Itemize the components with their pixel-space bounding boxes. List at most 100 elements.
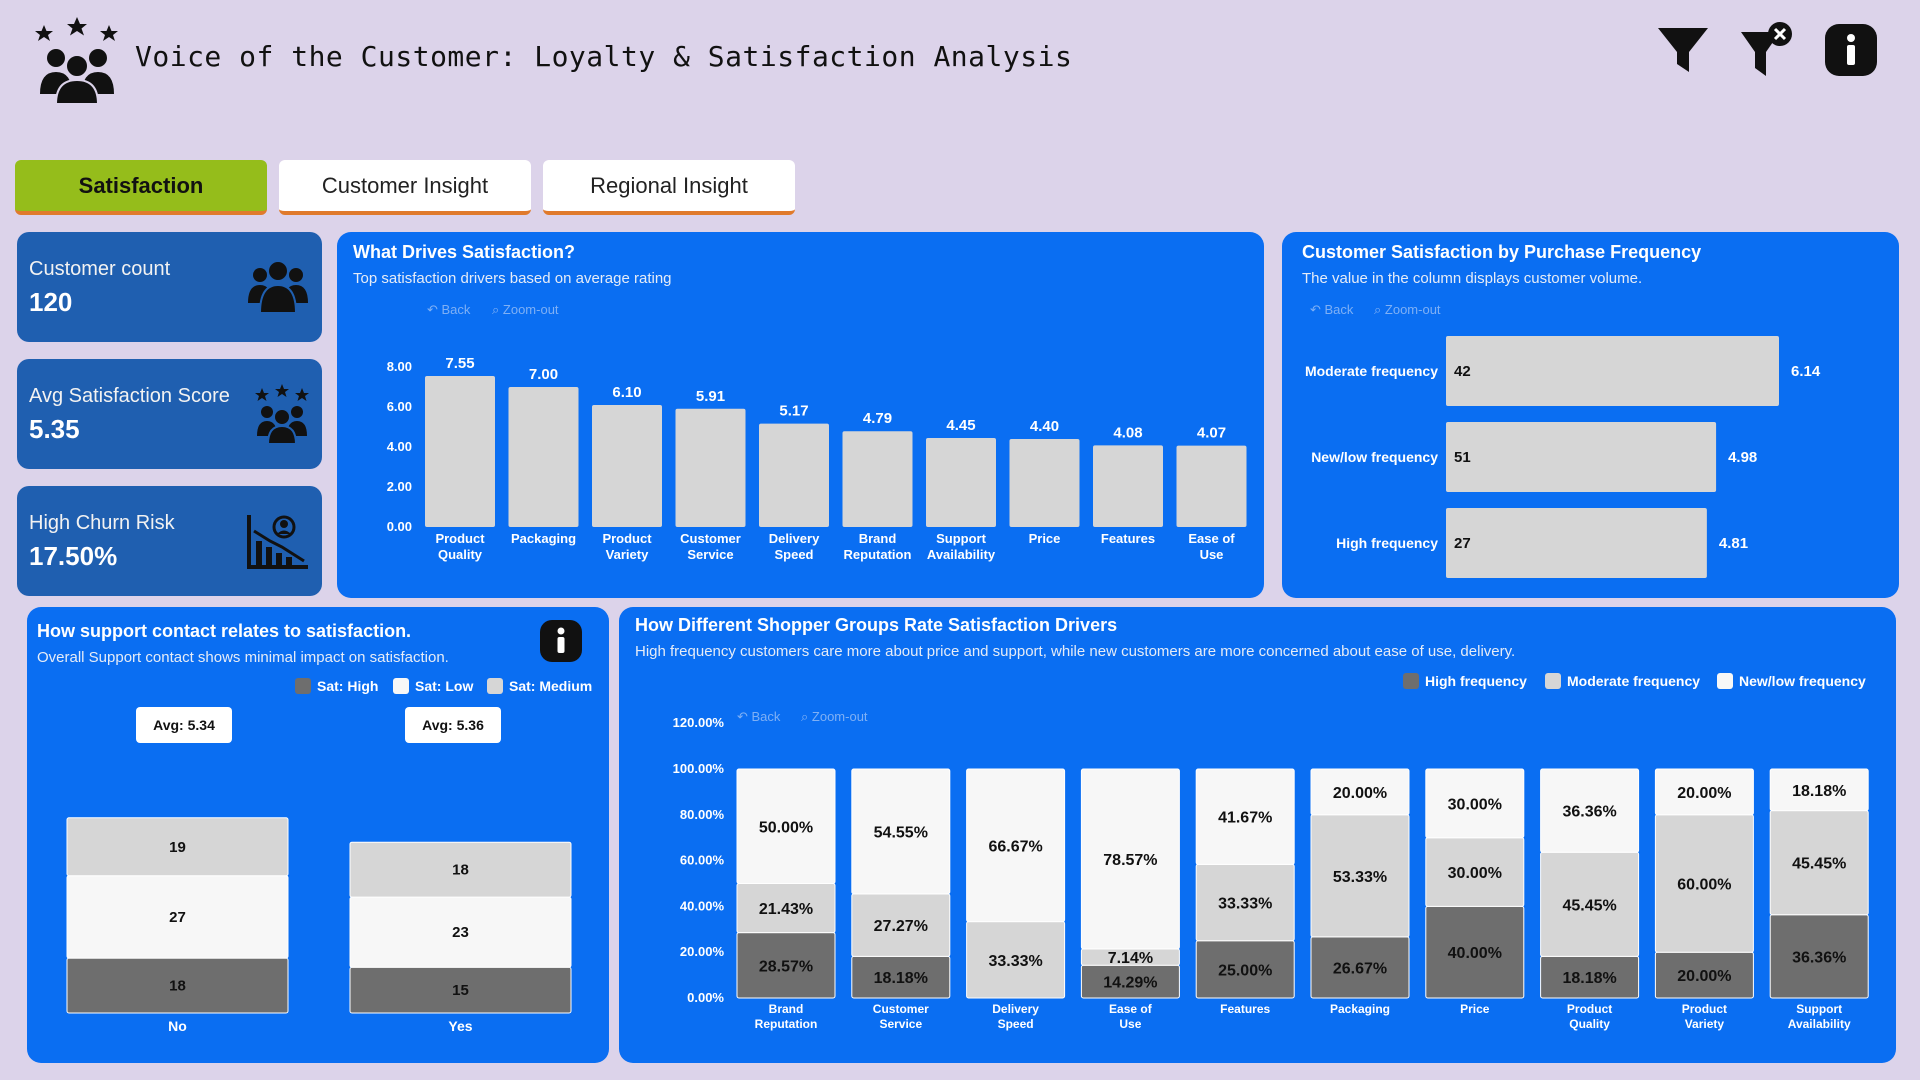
bar-value-label: 7.55 (445, 355, 474, 372)
x-tick-label: Packaging (511, 531, 576, 546)
drivers-panel: What Drives Satisfaction? Top satisfacti… (337, 232, 1264, 598)
y-tick-label: 120.00% (673, 715, 725, 730)
bar-value-label: 6.10 (612, 384, 641, 401)
x-tick-label: Use (1200, 547, 1224, 562)
x-tick-label: Product (435, 531, 485, 546)
bar (425, 376, 495, 527)
people-group-icon (248, 260, 308, 314)
bar-value-label: 4.08 (1113, 424, 1142, 441)
bar (1176, 445, 1247, 527)
bar-value-label: 7.00 (529, 366, 558, 383)
bar-value-label: 6.14 (1791, 363, 1821, 380)
customer-count-label: 42 (1454, 363, 1471, 380)
support-stacked-chart: 18 27 19 No 15 23 18 Yes (66, 817, 572, 1034)
bar (675, 408, 746, 527)
x-tick-label: Ease of (1188, 531, 1235, 546)
segment-value-label: 23 (452, 924, 469, 941)
app-logo (32, 14, 122, 105)
y-tick-label: 0.00 (387, 519, 412, 534)
y-tick-label: Moderate frequency (1305, 363, 1438, 379)
frequency-bar-chart: Moderate frequency 42 6.14 New/low frequenc… (1305, 336, 1821, 578)
y-tick-label: 0.00% (687, 990, 724, 1005)
segment-value-label: 18.18% (1792, 783, 1846, 800)
segment-value-label: 36.36% (1792, 949, 1846, 966)
segment-value-label: 20.00% (1333, 785, 1387, 802)
segment-value-label: 30.00% (1448, 796, 1502, 813)
segment-value-label: 28.57% (759, 958, 813, 975)
tab-customer-insight[interactable]: Customer Insight (279, 160, 531, 215)
bar (1446, 508, 1707, 578)
support-panel: How support contact relates to satisfact… (27, 607, 609, 1063)
x-tick-label: Product (1682, 1002, 1727, 1016)
bar (759, 423, 829, 527)
y-tick-label: 2.00 (387, 479, 412, 494)
x-tick-label: Price (1460, 1002, 1490, 1016)
segment-value-label: 20.00% (1677, 968, 1731, 985)
bar-value-label: 4.79 (863, 410, 892, 427)
x-tick-label: Reputation (755, 1017, 818, 1031)
bar (1446, 422, 1717, 492)
customer-count-label: 27 (1454, 535, 1471, 552)
kpi-high-churn-risk: High Churn Risk 17.50% (17, 486, 322, 596)
clear-filter-button[interactable] (1738, 20, 1794, 80)
avg-label-yes: Avg: 5.36 (405, 707, 501, 743)
y-tick-label: 100.00% (673, 761, 725, 776)
x-tick-label: Product (1567, 1002, 1612, 1016)
bar (1093, 445, 1163, 527)
y-tick-label: 4.00 (387, 439, 412, 454)
info-button[interactable] (1825, 24, 1877, 76)
x-tick-label: Product (602, 531, 652, 546)
x-tick-label: Yes (448, 1018, 472, 1034)
segment-value-label: 66.67% (988, 838, 1042, 855)
segment-value-label: 27 (169, 909, 186, 926)
segment-value-label: 18 (169, 978, 186, 995)
x-tick-label: Support (1796, 1002, 1842, 1016)
filter-icon (1658, 28, 1708, 72)
avg-label-no: Avg: 5.34 (136, 707, 232, 743)
x-tick-label: Service (687, 547, 733, 562)
segment-value-label: 60.00% (1677, 877, 1731, 894)
y-tick-label: 20.00% (680, 944, 725, 959)
bar-value-label: 4.07 (1197, 425, 1226, 442)
segment-value-label: 33.33% (988, 953, 1042, 970)
segment-value-label: 26.67% (1333, 960, 1387, 977)
bar-value-label: 4.45 (946, 417, 975, 434)
segment-value-label: 25.00% (1218, 962, 1272, 979)
y-tick-label: New/low frequency (1311, 449, 1438, 465)
clear-filter-icon (1741, 22, 1792, 76)
bar (1009, 439, 1080, 527)
segment-value-label: 40.00% (1448, 945, 1502, 962)
filter-button[interactable] (1655, 22, 1711, 78)
bar (592, 405, 662, 527)
bar (926, 438, 996, 527)
segment-value-label: 50.00% (759, 819, 813, 836)
bar-value-label: 5.91 (696, 388, 725, 405)
segment-value-label: 18 (452, 862, 469, 879)
x-tick-label: Use (1119, 1017, 1141, 1031)
bar-value-label: 4.98 (1728, 449, 1757, 466)
x-tick-label: Customer (873, 1002, 929, 1016)
segment-value-label: 15 (452, 982, 469, 999)
segment-value-label: 19 (169, 839, 186, 856)
x-tick-label: Support (936, 531, 986, 546)
y-tick-label: 60.00% (680, 853, 725, 868)
x-tick-label: Quality (438, 547, 483, 562)
y-tick-label: 6.00 (387, 399, 412, 414)
tab-satisfaction[interactable]: Satisfaction (15, 160, 267, 215)
x-tick-label: No (168, 1018, 187, 1034)
x-tick-label: Speed (774, 547, 813, 562)
bar (842, 431, 913, 527)
x-tick-label: Quality (1569, 1017, 1610, 1031)
bar-value-label: 5.17 (779, 403, 808, 420)
segment-value-label: 54.55% (874, 824, 928, 841)
customer-count-label: 51 (1454, 449, 1471, 466)
people-stars-icon (255, 384, 309, 444)
x-tick-label: Availability (1788, 1017, 1851, 1031)
x-tick-label: Delivery (769, 531, 820, 546)
x-tick-label: Features (1101, 531, 1155, 546)
x-tick-label: Service (879, 1017, 922, 1031)
tab-regional-insight[interactable]: Regional Insight (543, 160, 795, 215)
segment-value-label: 18.18% (874, 970, 928, 987)
x-tick-label: Brand (859, 531, 897, 546)
segment-value-label: 78.57% (1103, 852, 1157, 869)
